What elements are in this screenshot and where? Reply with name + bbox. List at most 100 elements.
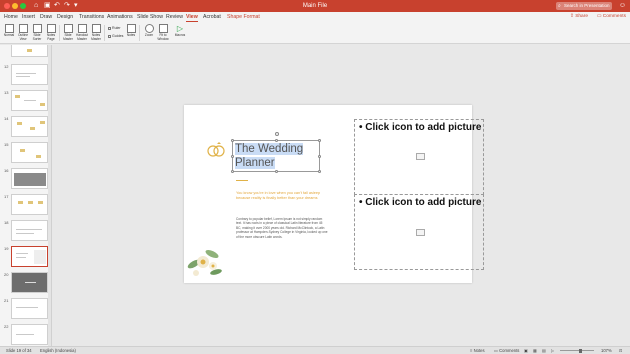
insert-picture-icon[interactable]: [416, 229, 425, 236]
normal-view-button[interactable]: Normal: [2, 24, 16, 43]
slide-thumbnail[interactable]: [11, 272, 48, 293]
slide-body-text[interactable]: Contrary to popular belief, Lorem Ipsum …: [236, 217, 328, 239]
slide-thumbnail[interactable]: [11, 116, 48, 137]
handout-master-button[interactable]: Handout Master: [75, 24, 89, 43]
thumb-placeholder: [34, 250, 46, 264]
normal-view-label: Normal: [3, 33, 15, 37]
zoom-level[interactable]: 107%: [601, 347, 612, 354]
undo-icon[interactable]: ↶: [54, 1, 60, 11]
thumb-gold-mark: [38, 201, 43, 204]
resize-handle[interactable]: [318, 155, 321, 158]
slide-thumbnail[interactable]: [11, 298, 48, 319]
close-window-button[interactable]: [4, 3, 10, 9]
slide[interactable]: The Wedding Planner You know you're in l…: [184, 105, 484, 283]
slide-thumbnail[interactable]: [11, 168, 48, 189]
fit-slide-icon[interactable]: ⊡: [619, 347, 623, 354]
slide-thumbnail-selected[interactable]: [11, 246, 48, 267]
slide-sorter-button[interactable]: Slide Sorter: [30, 24, 44, 43]
resize-handle[interactable]: [318, 170, 321, 173]
slide-title[interactable]: The Wedding Planner: [235, 142, 304, 170]
comments-label: Comments: [602, 14, 626, 19]
slide-thumbnail[interactable]: [11, 194, 48, 215]
slide-thumbnail[interactable]: [11, 324, 48, 345]
ribbon: Normal Outline View Slide Sorter Notes P…: [0, 22, 630, 44]
tab-animations[interactable]: Animations: [107, 13, 133, 21]
slide-master-button[interactable]: Slide Master: [61, 24, 75, 43]
tab-draw[interactable]: Draw: [40, 13, 52, 21]
thumb-gold-mark: [18, 201, 23, 204]
slideshow-icon[interactable]: ▷: [551, 347, 554, 354]
share-button[interactable]: ⇪ Share: [570, 13, 588, 21]
thumbnail-scrollbar[interactable]: [48, 45, 51, 346]
tab-design[interactable]: Design: [57, 13, 73, 21]
tab-insert[interactable]: Insert: [22, 13, 35, 21]
notes-master-button[interactable]: Notes Master: [89, 24, 103, 43]
notes-toggle[interactable]: ≡ Notes: [470, 347, 485, 354]
rotate-handle[interactable]: [275, 132, 279, 136]
zoom-slider[interactable]: [560, 348, 594, 353]
language-indicator[interactable]: English (Indonesia): [40, 347, 76, 354]
outline-view-button[interactable]: Outline View: [16, 24, 30, 43]
macros-button[interactable]: ▷ Macros: [173, 24, 187, 43]
slide-thumbnail[interactable]: [11, 220, 48, 241]
gold-divider: [236, 180, 248, 182]
home-icon[interactable]: ⌂: [34, 1, 38, 11]
comments-button[interactable]: ▭ Comments: [597, 13, 626, 21]
slide-master-icon: [63, 24, 73, 33]
comments-toggle[interactable]: ▭ Comments: [494, 347, 519, 354]
thumb-line: [16, 334, 34, 335]
thumb-line: [16, 73, 36, 74]
search-input[interactable]: ⌕ Search in Presentation: [556, 2, 612, 10]
macros-label: Macros: [174, 33, 186, 37]
customize-toolbar-icon[interactable]: ▾: [74, 1, 78, 11]
slide-number: 13: [4, 90, 9, 95]
search-placeholder: Search in Presentation: [564, 3, 610, 8]
thumb-gold-mark: [17, 122, 22, 125]
notes-button[interactable]: Notes: [124, 24, 138, 43]
insert-picture-icon[interactable]: [416, 153, 425, 160]
tab-home[interactable]: Home: [4, 13, 18, 21]
resize-handle[interactable]: [318, 139, 321, 142]
slide-thumbnail[interactable]: [11, 45, 48, 57]
account-icon[interactable]: ☺: [619, 1, 626, 11]
resize-handle[interactable]: [231, 170, 234, 173]
picture-placeholder[interactable]: • Click icon to add picture: [354, 194, 484, 270]
tab-review[interactable]: Review: [166, 13, 183, 21]
resize-handle[interactable]: [275, 139, 278, 142]
normal-view-icon[interactable]: ▣: [524, 347, 528, 354]
resize-handle[interactable]: [231, 155, 234, 158]
title-textbox[interactable]: The Wedding Planner: [231, 139, 321, 173]
slide-subtitle[interactable]: You know you're in love when you can't f…: [236, 191, 332, 201]
slide-sorter-icon[interactable]: ▦: [533, 347, 537, 354]
ruler-checkbox[interactable]: Ruler: [108, 26, 121, 31]
fit-to-window-button[interactable]: Fit to Window: [156, 24, 170, 43]
resize-handle[interactable]: [231, 139, 234, 142]
notes-label: Notes: [126, 33, 136, 37]
notes-page-button[interactable]: Notes Page: [44, 24, 58, 43]
zoom-button[interactable]: Zoom: [142, 24, 156, 43]
resize-handle[interactable]: [275, 170, 278, 173]
picture-placeholder[interactable]: • Click icon to add picture: [354, 119, 484, 195]
fit-to-window-label: Fit to Window: [157, 33, 169, 41]
redo-icon[interactable]: ↷: [64, 1, 70, 11]
slide-counter: Slide 19 of 34: [6, 348, 32, 353]
save-icon[interactable]: ▣: [44, 1, 51, 11]
ruler-label: Ruler: [112, 26, 121, 30]
reading-view-icon[interactable]: ▤: [542, 347, 546, 354]
notes-toggle-label: Notes: [473, 348, 485, 353]
maximize-window-button[interactable]: [20, 3, 26, 9]
slide-thumbnail[interactable]: [11, 64, 48, 85]
slide-thumbnail[interactable]: [11, 142, 48, 163]
minimize-window-button[interactable]: [12, 3, 18, 9]
tab-transitions[interactable]: Transitions: [79, 13, 104, 21]
slide-thumbnail[interactable]: [11, 90, 48, 111]
tab-acrobat[interactable]: Acrobat: [203, 13, 221, 21]
zoom-slider-knob[interactable]: [578, 348, 582, 353]
thumb-image: [14, 173, 46, 186]
tab-view[interactable]: View: [186, 13, 198, 22]
fit-to-window-icon: [158, 24, 168, 33]
tab-slide-show[interactable]: Slide Show: [137, 13, 163, 21]
zoom-icon: [144, 24, 154, 33]
tab-shape-format[interactable]: Shape Format: [227, 13, 260, 21]
guides-checkbox[interactable]: Guides: [108, 34, 123, 39]
